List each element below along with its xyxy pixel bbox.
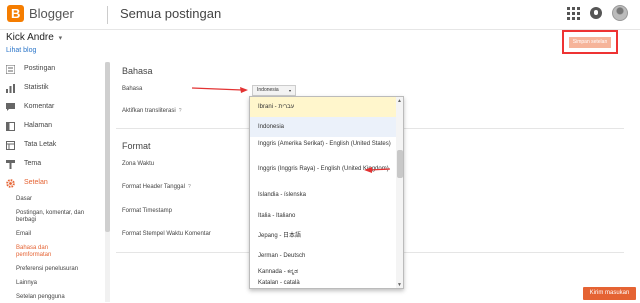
theme-icon: [6, 160, 15, 169]
sidebar-subitem-posts-comments[interactable]: Postingan, komentar, dan berbagi: [16, 210, 98, 224]
notifications-icon[interactable]: [590, 7, 602, 19]
help-icon[interactable]: ?: [179, 108, 182, 114]
top-bar: B Blogger Semua postingan: [0, 0, 640, 30]
sidebar-item-stats[interactable]: Statistik: [0, 79, 104, 99]
language-section-title: Bahasa: [122, 66, 153, 76]
dropdown-option[interactable]: Italia - Italiano: [250, 207, 396, 227]
transliteration-label: Aktifkan transliterasi?: [122, 108, 181, 114]
sidebar-item-label: Setelan: [24, 179, 48, 186]
sidebar-item-label: Tata Letak: [24, 141, 57, 148]
save-settings-button[interactable]: Simpan setelan: [569, 37, 611, 48]
sidebar-item-label: Halaman: [24, 122, 53, 129]
send-feedback-button[interactable]: Kirim masukan: [583, 287, 636, 300]
date-header-format-text: Format Header Tanggal: [122, 184, 185, 190]
sidebar-item-label: Komentar: [24, 103, 55, 110]
sidebar-subitem-user-settings[interactable]: Setelan pengguna: [16, 294, 65, 301]
sidebar-item-comments[interactable]: Komentar: [0, 98, 104, 118]
blogger-settings-page: B Blogger Semua postingan Kick Andre ▾ L…: [0, 0, 640, 303]
sidebar-subitem-search-preferences[interactable]: Preferensi penelusuran: [16, 266, 78, 273]
sidebar-subitem-language-formatting[interactable]: Bahasa dan pemformatan: [16, 245, 76, 259]
sidebar-item-settings[interactable]: Setelan: [0, 174, 104, 194]
sidebar-subitem-other[interactable]: Lainnya: [16, 280, 37, 287]
top-icons: [566, 5, 628, 21]
language-select-value: Indonesia: [257, 87, 279, 93]
timezone-label: Zona Waktu: [122, 161, 155, 167]
chevron-down-icon: ▾: [288, 88, 291, 93]
blogger-logo-icon[interactable]: B: [7, 5, 24, 22]
comments-icon: [6, 103, 15, 111]
dropdown-option[interactable]: Jepang - 日本語: [250, 227, 396, 247]
annotation-arrow-icon: [364, 167, 391, 173]
timestamp-format-label: Format Timestamp: [122, 208, 173, 214]
sidebar-item-label: Tema: [24, 160, 42, 167]
dropdown-option[interactable]: Katalan - català: [250, 275, 396, 288]
language-select[interactable]: Indonesia ▾: [252, 85, 296, 96]
sidebar-scrollbar-thumb[interactable]: [105, 62, 110, 232]
sidebar-subitem-basic[interactable]: Dasar: [16, 196, 32, 203]
chevron-down-icon: ▾: [58, 35, 63, 42]
format-section-title: Format: [122, 141, 151, 151]
sidebar-item-posts[interactable]: Postingan: [0, 60, 104, 80]
divider: [107, 6, 108, 24]
dropdown-option[interactable]: Inggris (Amerika Serikat) - English (Uni…: [250, 139, 396, 163]
transliteration-label-text: Aktifkan transliterasi: [122, 108, 176, 114]
date-header-format-label: Format Header Tanggal?: [122, 184, 191, 190]
pages-icon: [6, 122, 15, 131]
language-label: Bahasa: [122, 86, 143, 92]
blog-switcher[interactable]: Kick Andre ▾: [6, 32, 62, 43]
sidebar-item-label: Postingan: [24, 65, 56, 72]
dropdown-scrollbar-track[interactable]: [396, 97, 403, 288]
stats-icon: [6, 84, 15, 93]
annotation-arrow-icon: [191, 87, 248, 93]
dropdown-option[interactable]: Islandia - íslenska: [250, 187, 396, 207]
view-blog-link[interactable]: Lihat blog: [6, 47, 36, 54]
layout-icon: [6, 141, 15, 150]
sidebar-item-theme[interactable]: Tema: [0, 155, 104, 175]
blog-name: Kick Andre: [6, 32, 54, 43]
posts-icon: [6, 65, 15, 74]
sidebar-item-layout[interactable]: Tata Letak: [0, 136, 104, 156]
sidebar: Postingan Statistik Komentar Halaman Tat…: [0, 60, 112, 303]
dropdown-option-selected[interactable]: Indonesia: [250, 117, 396, 137]
annotation-box: Simpan setelan: [562, 30, 618, 54]
page-title: Semua postingan: [120, 6, 222, 21]
dropdown-scrollbar-thumb[interactable]: [397, 150, 403, 178]
settings-icon: [6, 179, 15, 188]
dropdown-option[interactable]: Ibrani - עברית: [250, 97, 396, 117]
avatar-icon[interactable]: [612, 5, 628, 21]
scroll-up-icon[interactable]: ▲: [397, 98, 402, 104]
scroll-down-icon[interactable]: ▼: [397, 282, 402, 288]
help-icon[interactable]: ?: [188, 184, 191, 190]
brand-name[interactable]: Blogger: [29, 6, 74, 21]
apps-grid-icon[interactable]: [566, 6, 580, 20]
sidebar-item-label: Statistik: [24, 84, 49, 91]
sidebar-item-pages[interactable]: Halaman: [0, 117, 104, 137]
language-dropdown-list[interactable]: Ibrani - עברית Indonesia Inggris (Amerik…: [249, 96, 404, 289]
comment-timestamp-format-label: Format Stempel Waktu Komentar: [122, 231, 211, 237]
sidebar-subitem-email[interactable]: Email: [16, 231, 31, 238]
